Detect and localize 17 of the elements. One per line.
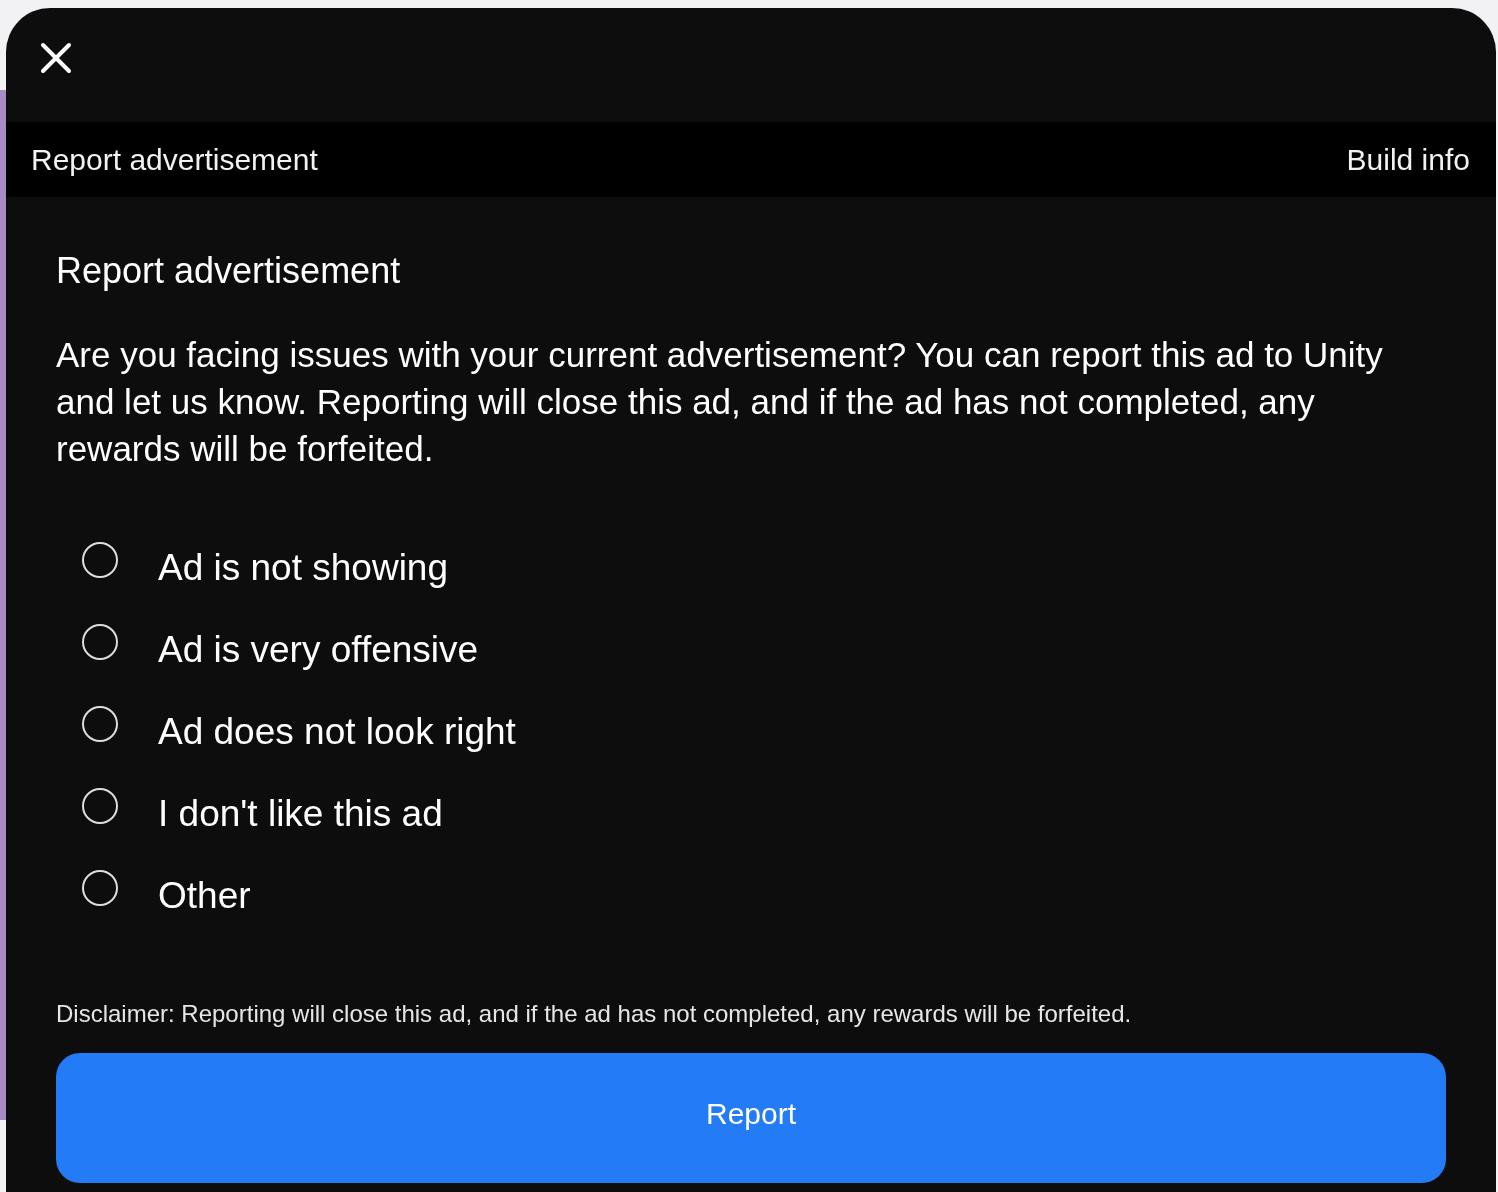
header-title: Report advertisement — [31, 142, 318, 177]
option-label[interactable]: Ad is not showing — [158, 546, 448, 590]
report-button[interactable]: Report — [56, 1053, 1446, 1183]
description-text: Are you facing issues with your current advertisement? You can report this ad to Unity and let us know. Reporting will close this ad, and if the ad has not completed, any rewards will be forfeited. — [56, 334, 1384, 470]
option-label[interactable]: Ad does not look right — [158, 710, 516, 754]
radio-button[interactable] — [82, 706, 118, 742]
radio-button[interactable] — [82, 788, 118, 824]
close-icon[interactable] — [40, 42, 72, 74]
option-label[interactable]: Ad is very offensive — [158, 628, 479, 672]
dialog-title: Report advertisement — [56, 249, 402, 293]
radio-button[interactable] — [82, 870, 118, 906]
option-label[interactable]: I don't like this ad — [158, 792, 443, 836]
radio-button[interactable] — [82, 624, 118, 660]
disclaimer-text: Disclaimer: Reporting will close this ad, and if the ad has not completed, any rewards will be forfeited. — [56, 1000, 1133, 1028]
option-label[interactable]: Other — [158, 874, 251, 918]
build-info-link[interactable]: Build info — [1346, 142, 1470, 177]
radio-button[interactable] — [82, 542, 118, 578]
